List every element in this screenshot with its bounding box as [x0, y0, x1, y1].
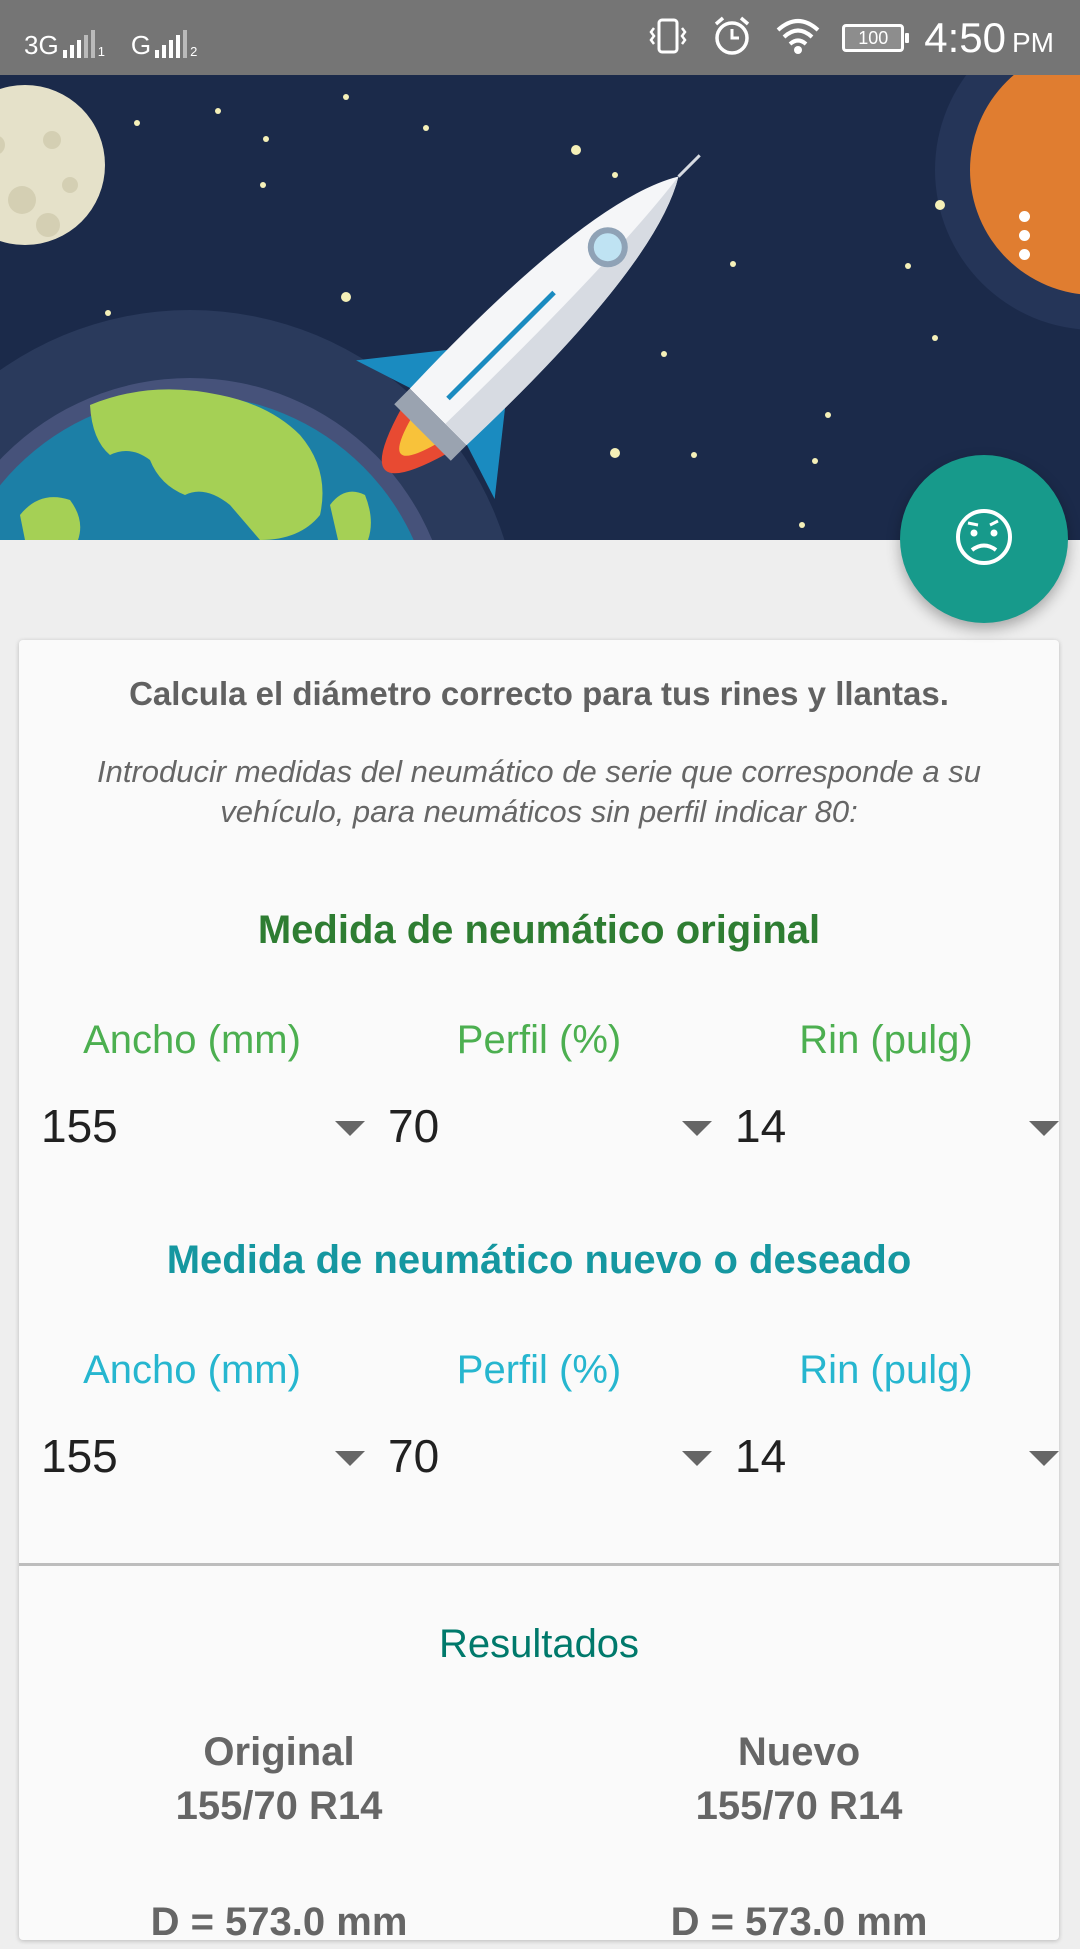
original-profile-value: 70 — [388, 1100, 440, 1152]
dropdown-arrow-icon — [682, 1121, 712, 1136]
divider — [19, 1563, 1059, 1566]
original-rim-value: 14 — [735, 1100, 787, 1152]
original-profile-select[interactable]: 70 — [388, 1095, 718, 1157]
signal-sim-2: G 2 — [131, 30, 197, 58]
dropdown-arrow-icon — [335, 1451, 365, 1466]
result-original-diameter: D = 573.0 mm — [150, 1900, 408, 1944]
original-profile-label: Perfil (%) — [456, 1018, 622, 1062]
confused-face-icon — [952, 505, 1016, 574]
original-width-select[interactable]: 155 — [41, 1095, 371, 1157]
new-rim-label: Rin (pulg) — [799, 1348, 973, 1392]
clock-time: 4:50 — [924, 14, 1006, 61]
result-new-size: 155/70 R14 — [695, 1784, 903, 1828]
vibrate-icon — [646, 14, 690, 63]
dropdown-arrow-icon — [335, 1121, 365, 1136]
battery-level: 100 — [858, 27, 889, 48]
alarm-icon — [710, 14, 754, 63]
sim-2-label: 2 — [190, 44, 198, 59]
wifi-icon — [774, 16, 822, 61]
new-width-label: Ancho (mm) — [83, 1348, 301, 1392]
original-width-label: Ancho (mm) — [83, 1018, 301, 1062]
calculator-card: Calcula el diámetro correcto para tus ri… — [19, 640, 1059, 1944]
new-section-title: Medida de neumático nuevo o deseado — [166, 1238, 912, 1282]
new-width-select[interactable]: 155 — [41, 1425, 371, 1487]
card-title: Calcula el diámetro correcto para tus ri… — [129, 675, 949, 712]
status-icons: 100 4:50 PM — [646, 10, 1054, 66]
result-original-title: Original — [203, 1730, 355, 1774]
original-rim-select[interactable]: 14 — [735, 1095, 1065, 1157]
header-illustration — [0, 75, 1080, 540]
feedback-fab-button[interactable] — [900, 455, 1068, 623]
network-type-2: G — [130, 30, 152, 60]
original-width-value: 155 — [41, 1100, 118, 1152]
dropdown-arrow-icon — [1029, 1451, 1059, 1466]
new-rim-select[interactable]: 14 — [735, 1425, 1065, 1487]
result-new: Nuevo 155/70 R14 D = 573.0 mm — [539, 1725, 1059, 1949]
dropdown-arrow-icon — [682, 1451, 712, 1466]
original-rim-label: Rin (pulg) — [799, 1018, 973, 1062]
dropdown-arrow-icon — [1029, 1121, 1059, 1136]
new-profile-label: Perfil (%) — [456, 1348, 622, 1392]
sim-1-label: 1 — [97, 44, 105, 59]
new-width-value: 155 — [41, 1430, 118, 1482]
original-section-title: Medida de neumático original — [257, 908, 821, 952]
signal-indicators: 3G 1 G 2 — [24, 18, 197, 58]
new-profile-select[interactable]: 70 — [388, 1425, 718, 1487]
signal-bars-icon — [155, 30, 188, 58]
clock: 4:50 PM — [924, 14, 1054, 62]
network-type-1: 3G — [24, 30, 59, 60]
result-new-diameter: D = 573.0 mm — [670, 1900, 928, 1944]
space-rocket-illustration — [0, 75, 1080, 540]
new-labels: Ancho (mm) Perfil (%) Rin (pulg) — [19, 1345, 1059, 1395]
new-profile-value: 70 — [388, 1430, 440, 1482]
signal-sim-1: 3G 1 — [24, 30, 105, 58]
new-rim-value: 14 — [735, 1430, 787, 1482]
more-vertical-icon[interactable] — [994, 195, 1054, 275]
status-bar: 3G 1 G 2 100 4:50 PM — [0, 0, 1080, 75]
clock-ampm: PM — [1012, 27, 1054, 58]
results-title: Resultados — [438, 1622, 640, 1666]
signal-bars-icon — [62, 30, 95, 58]
original-labels: Ancho (mm) Perfil (%) Rin (pulg) — [19, 1015, 1059, 1065]
result-original-size: 155/70 R14 — [175, 1784, 383, 1828]
card-instructions: Introducir medidas del neumático de seri… — [96, 754, 981, 829]
battery-icon: 100 — [842, 24, 910, 52]
result-new-title: Nuevo — [737, 1730, 861, 1774]
result-original: Original 155/70 R14 D = 573.0 mm — [19, 1725, 539, 1949]
